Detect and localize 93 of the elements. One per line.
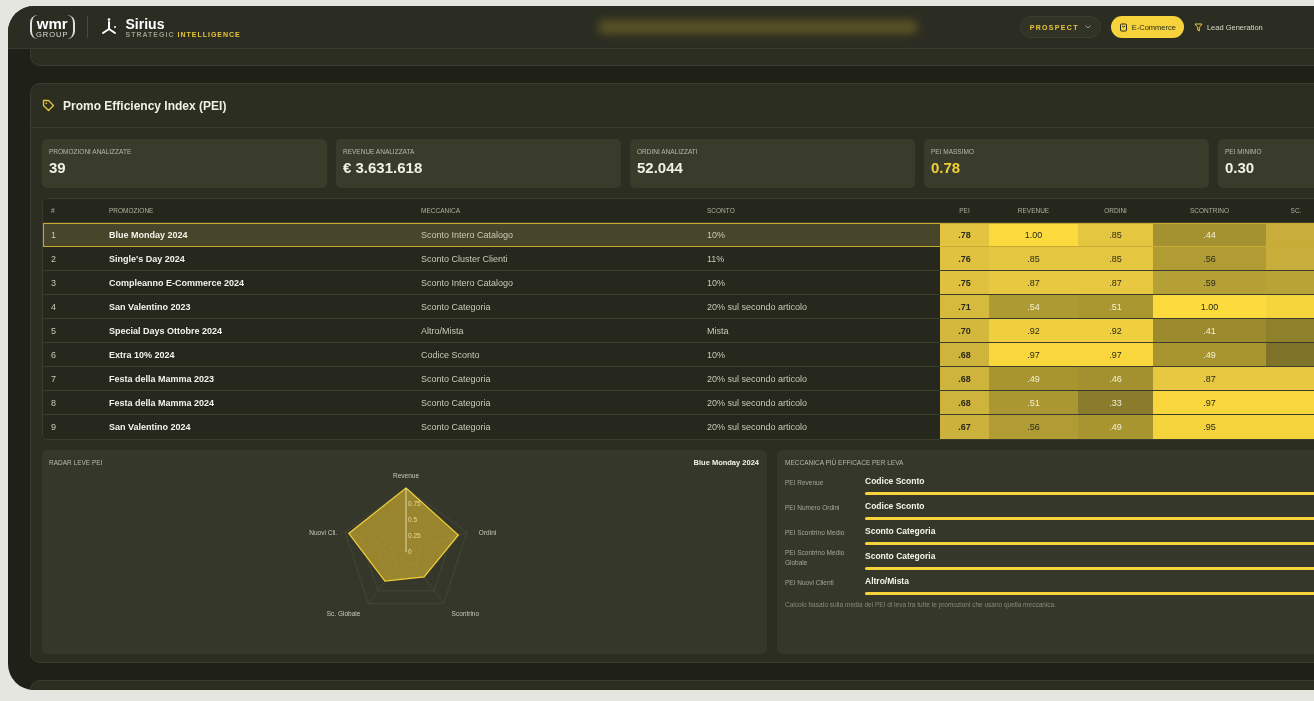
table-cell-text: San Valentino 2023 [108, 300, 192, 314]
heatmap-cell: .49 [1078, 415, 1153, 439]
table-row[interactable]: 6 Extra 10% 2024 Codice Sconto 10% .68 .97 .97 .49 [43, 343, 1314, 367]
table-cell-text: 8 [50, 396, 57, 410]
heatmap-cell: .68 [940, 367, 989, 390]
table-cell-text: 11% [706, 252, 726, 266]
heatmap-cell: .97 [1153, 391, 1266, 414]
heatmap-cell: .95 [1153, 415, 1266, 439]
table-cell-text: 3 [50, 276, 57, 290]
heatmap-cell: .59 [1153, 271, 1266, 294]
kpi-value: 0.30 [1225, 159, 1256, 176]
heatmap-cell: 1.00 [1153, 295, 1266, 318]
heatmap-cell: .76 [940, 247, 989, 270]
heatmap-cell: .71 [940, 295, 989, 318]
table-row[interactable]: 9 San Valentino 2024 Sconto Categoria 20% sul secondo articolo .67 .56 .49 .95 [43, 415, 1314, 439]
table-cell-text: San Valentino 2024 [108, 421, 192, 434]
mechanic-name: Sconto Categoria [865, 551, 936, 561]
table-cell-text: Extra 10% 2024 [108, 348, 176, 362]
table-row[interactable]: 5 Special Days Ottobre 2024 Altro/Mista Mista .70 .92 .92 .41 [43, 319, 1314, 343]
mechanic-name: Sconto Categoria [865, 526, 936, 536]
heatmap-cell: .49 [989, 367, 1078, 390]
mechanic-name: Codice Sconto [865, 501, 925, 511]
table-cell-text: Sconto Categoria [420, 372, 492, 386]
heatmap-cell: .51 [989, 391, 1078, 414]
table-cell-text: 20% sul secondo articolo [706, 300, 809, 314]
table-row[interactable]: 3 Compleanno E-Commerce 2024 Sconto Intero Catalogo 10% .75 .87 .87 .59 [43, 271, 1314, 295]
heatmap-cell: .87 [1078, 271, 1153, 294]
heatmap-cell: .75 [940, 271, 989, 294]
table-row[interactable]: 7 Festa della Mamma 2023 Sconto Categoria 20% sul secondo articolo .68 .49 .46 .87 [43, 367, 1314, 391]
table-cell-text: Sconto Intero Catalogo [420, 276, 515, 290]
heatmap-cell: .56 [989, 415, 1078, 439]
heatmap-cell: .85 [1078, 223, 1153, 246]
heatmap-cell: .68 [940, 391, 989, 414]
heatmap-cell: .44 [1153, 223, 1266, 246]
table-cell-text: 20% sul secondo articolo [706, 396, 809, 410]
table-cell-text: 5 [50, 324, 57, 338]
table-cell-text: Sconto Categoria [420, 300, 492, 314]
kpi-value: 52.044 [637, 159, 684, 176]
heatmap-cell: .41 [1153, 319, 1266, 342]
heatmap-cell: .92 [989, 319, 1078, 342]
heatmap-cell: .46 [1078, 367, 1153, 390]
table-row[interactable]: 2 Single's Day 2024 Sconto Cluster Clienti 11% .76 .85 .85 .56 [43, 247, 1314, 271]
heatmap-cell: .54 [989, 295, 1078, 318]
heatmap-cell: .68 [940, 343, 989, 366]
table-cell-text: 6 [50, 348, 57, 362]
heatmap-cell: .85 [1078, 247, 1153, 270]
heatmap-cell: .56 [1153, 247, 1266, 270]
heatmap-cell: .97 [1078, 343, 1153, 366]
kpi-value: 0.78 [931, 159, 962, 176]
table-cell-text: Sconto Cluster Clienti [420, 252, 509, 266]
brand-name: Sirius [125, 16, 166, 31]
heatmap-cell: .70 [940, 319, 989, 342]
table-cell-text: 2 [50, 252, 57, 266]
table-cell-text: Codice Sconto [420, 348, 481, 362]
heatmap-cell: .49 [1153, 343, 1266, 366]
table-cell-text: Special Days Ottobre 2024 [108, 324, 224, 338]
heatmap-cell: .51 [1078, 295, 1153, 318]
table-cell-text: Altro/Mista [420, 324, 465, 338]
table-cell-text: Sconto Categoria [420, 396, 492, 410]
table-cell-text: 9 [50, 421, 57, 434]
table-cell-text: 4 [50, 300, 57, 314]
heatmap-cell: 1.00 [989, 223, 1078, 246]
table-cell-text: 1 [50, 228, 57, 242]
table-cell-text: Sconto Categoria [420, 421, 492, 434]
table-cell-text: 10% [706, 348, 726, 362]
heatmap-cell: .87 [989, 271, 1078, 294]
section-title: Promo Efficiency Index (PEI) [63, 98, 227, 113]
table-row[interactable]: 4 San Valentino 2023 Sconto Categoria 20% sul secondo articolo .71 .54 .51 1.00 [43, 295, 1314, 319]
heatmap-cell: .33 [1078, 391, 1153, 414]
mechanic-name: Codice Sconto [865, 476, 925, 486]
kpi-value: € 3.631.618 [343, 159, 424, 176]
mechanic-name: Altro/Mista [865, 576, 909, 586]
table-row[interactable]: 1 Blue Monday 2024 Sconto Intero Catalogo 10% .78 1.00 .85 .44 [43, 223, 1314, 247]
table-cell-text: 10% [706, 228, 726, 242]
heatmap-cell: .85 [989, 247, 1078, 270]
table-cell-text: Blue Monday 2024 [108, 228, 189, 242]
kpi-value: 39 [49, 159, 67, 176]
heatmap-cell: .67 [940, 415, 989, 439]
heatmap-cell: .78 [940, 223, 989, 246]
heatmap-cell: .97 [989, 343, 1078, 366]
heatmap-cell: .92 [1078, 319, 1153, 342]
table-cell-text: Compleanno E-Commerce 2024 [108, 276, 246, 290]
table-cell-text: Single's Day 2024 [108, 252, 186, 266]
table-cell-text: Festa della Mamma 2024 [108, 396, 216, 410]
table-row[interactable]: 8 Festa della Mamma 2024 Sconto Categoria 20% sul secondo articolo .68 .51 .33 .97 [43, 391, 1314, 415]
table-cell-text: Sconto Intero Catalogo [420, 228, 515, 242]
table-cell-text: Festa della Mamma 2023 [108, 372, 216, 386]
heatmap-cell: .87 [1153, 367, 1266, 390]
table-cell-text: 20% sul secondo articolo [706, 421, 809, 434]
table-cell-text: Mista [706, 324, 730, 338]
table-cell-text: 7 [50, 372, 57, 386]
table-cell-text: 20% sul secondo articolo [706, 372, 809, 386]
table-cell-text: 10% [706, 276, 726, 290]
